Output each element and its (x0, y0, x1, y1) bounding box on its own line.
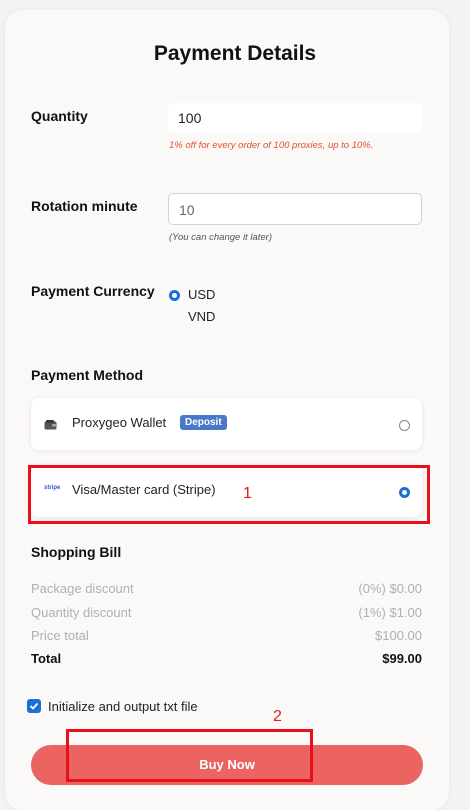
bill-label: Shopping Bill (31, 544, 122, 560)
bill-row-label: Quantity discount (31, 605, 132, 620)
bill-row-package-discount: Package discount (0%) $0.00 (31, 581, 422, 596)
wallet-radio[interactable] (399, 420, 410, 431)
rotation-label: Rotation minute (31, 198, 138, 214)
output-txt-checkbox[interactable] (27, 699, 41, 713)
bill-row-total: Total $99.00 (31, 651, 422, 666)
checkmark-icon (29, 702, 39, 710)
quantity-hint: 1% off for every order of 100 proxies, u… (169, 140, 374, 151)
total-label: Total (31, 651, 62, 666)
wallet-label: Proxygeo Wallet (72, 415, 167, 430)
bill-row-value: $100.00 (375, 628, 422, 643)
page-title: Payment Details (153, 42, 317, 65)
bill-row-label: Package discount (31, 581, 134, 596)
annotation-number-2: 2 (273, 708, 282, 725)
rotation-hint: (You can change it later) (169, 232, 272, 243)
bill-row-label: Price total (31, 628, 89, 643)
wallet-icon (44, 417, 57, 435)
annotation-number-1: 1 (243, 485, 252, 502)
quantity-input[interactable]: 100 (168, 103, 422, 133)
method-label: Payment Method (31, 367, 144, 383)
currency-usd-label[interactable]: USD (188, 287, 215, 302)
currency-usd-radio[interactable] (169, 290, 180, 301)
deposit-badge[interactable]: Deposit (180, 415, 227, 430)
currency-label: Payment Currency (31, 283, 155, 299)
quantity-label: Quantity (31, 108, 88, 124)
total-value: $99.00 (382, 651, 422, 666)
bill-row-price-total: Price total $100.00 (31, 628, 422, 643)
currency-vnd-label[interactable]: VND (188, 309, 215, 324)
annotation-box-2 (66, 729, 313, 782)
bill-row-value: (0%) $0.00 (358, 581, 422, 596)
wallet-option[interactable]: Proxygeo Wallet Deposit (31, 398, 422, 450)
annotation-box-1 (28, 465, 430, 524)
bill-row-value: (1%) $1.00 (358, 605, 422, 620)
rotation-input[interactable]: 10 (168, 193, 422, 225)
bill-row-quantity-discount: Quantity discount (1%) $1.00 (31, 605, 422, 620)
output-txt-label[interactable]: Initialize and output txt file (48, 699, 198, 714)
